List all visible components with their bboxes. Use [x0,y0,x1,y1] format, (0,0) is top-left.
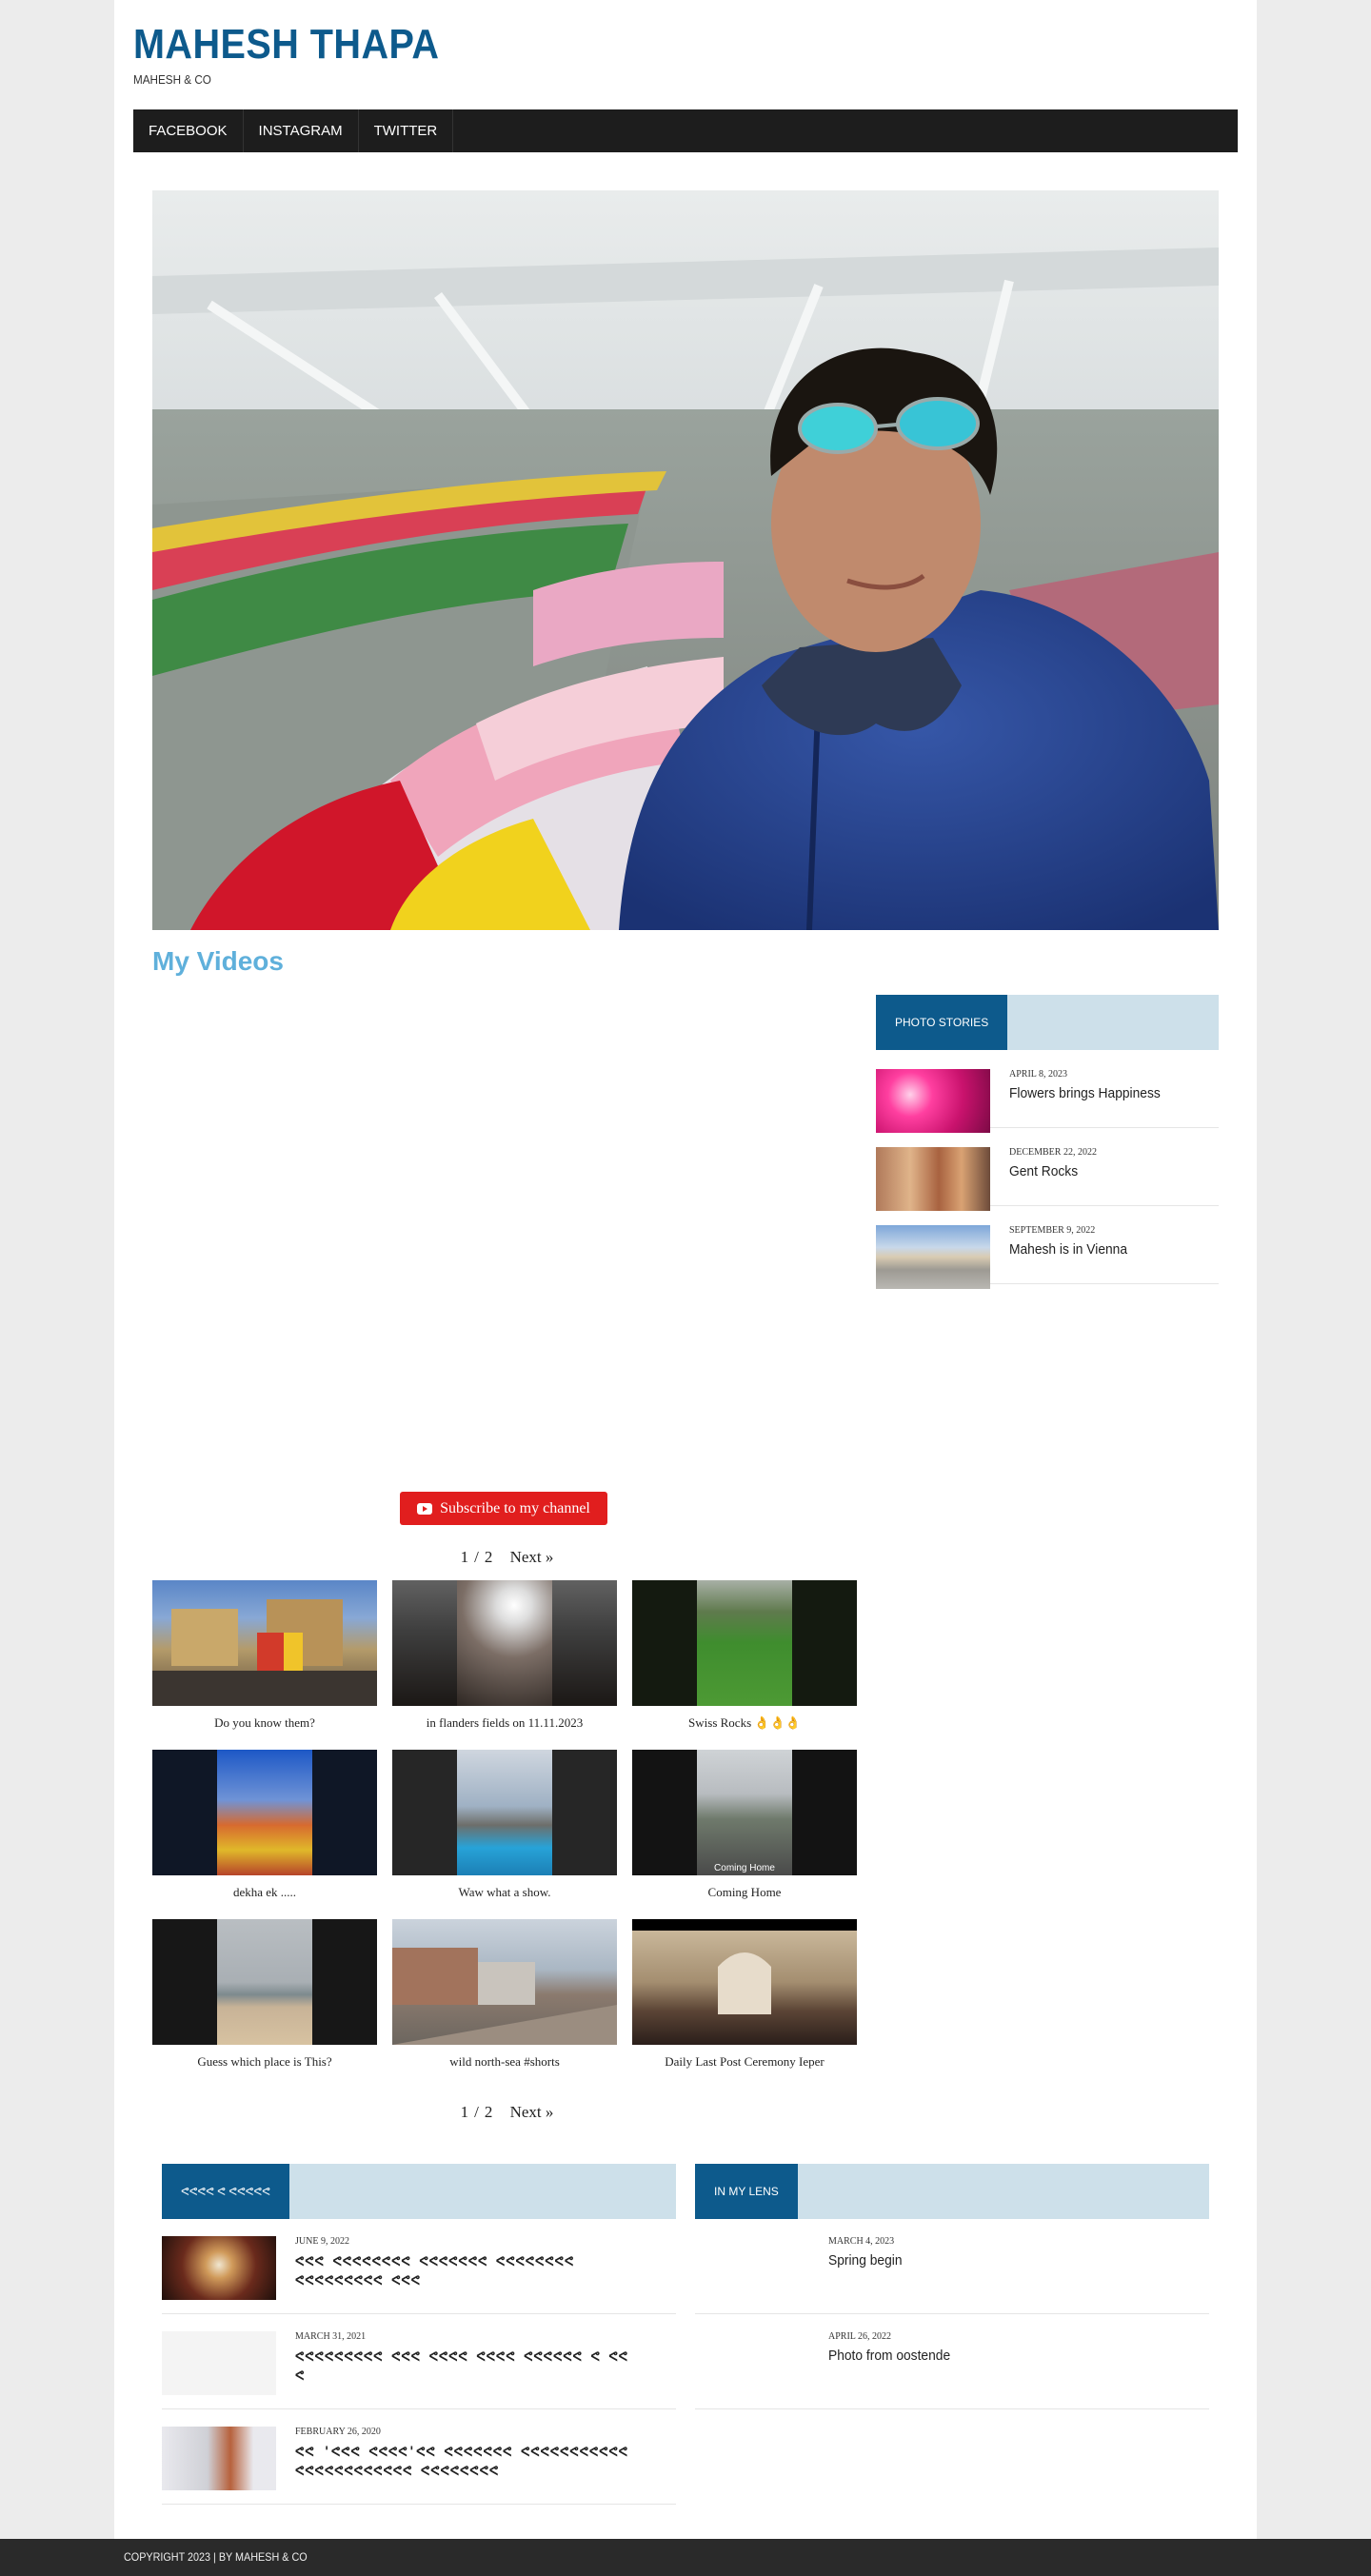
video-caption[interactable]: Daily Last Post Ceremony Ieper [632,2054,857,2070]
video-thumbnail[interactable] [392,1919,617,2045]
nav-item-twitter[interactable]: TWITTER [359,109,454,152]
video-card[interactable]: Guess which place is This? [152,1919,377,2089]
post-date: MARCH 31, 2021 [295,2331,367,2342]
page-separator: / [474,2103,479,2121]
nav-item-instagram[interactable]: INSTAGRAM [244,109,359,152]
list-item[interactable]: JUNE 9, 2022 ᕙᕙᕙ ᕙᕙᕙᕙᕙᕙᕙᕙ ᕙᕙᕙᕙᕙᕙᕙ ᕙᕙᕙᕙᕙᕙ… [162,2219,676,2314]
post-title[interactable]: Photo from oostende [828,2348,950,2364]
widget-header: ᕙᕙᕙᕙ ᕙ ᕙᕙᕙᕙᕙ [162,2164,676,2219]
widget-header: IN MY LENS [695,2164,1209,2219]
video-pager-top: 1 / 2 Next » [152,1548,862,1567]
video-thumbnail[interactable] [392,1750,617,1875]
video-caption[interactable]: Swiss Rocks 👌👌👌 [632,1715,857,1731]
post-date: JUNE 9, 2022 [295,2236,349,2247]
video-caption[interactable]: in flanders fields on 11.11.2023 [392,1715,617,1731]
widget-title: IN MY LENS [695,2164,798,2219]
video-thumbnail[interactable] [152,1919,377,2045]
post-thumbnail[interactable] [876,1147,990,1211]
video-caption[interactable]: Waw what a show. [392,1885,617,1900]
nav-item-facebook[interactable]: FACEBOOK [133,109,244,152]
thumb-illustration [152,1599,377,1706]
post-title[interactable]: Spring begin [828,2252,902,2269]
thumb-overlay-text: Coming Home [714,1863,775,1873]
next-page-link[interactable]: Next » [510,1548,554,1566]
hero-photo-illustration [152,190,1219,930]
page-total: 2 [484,1548,493,1566]
post-thumbnail[interactable] [876,1225,990,1289]
post-title[interactable]: Gent Rocks [1009,1163,1090,1179]
video-thumbnail[interactable]: Coming Home [632,1750,857,1875]
video-thumbnail[interactable] [152,1580,377,1706]
post-thumbnail[interactable] [162,2236,276,2300]
list-item[interactable]: APRIL 26, 2022 Photo from oostende [695,2314,1209,2409]
page-current: 1 [460,2103,469,2121]
widget-header: PHOTO STORIES [876,995,1219,1050]
post-thumbnail[interactable] [876,1069,990,1133]
next-page-link[interactable]: Next » [510,2103,554,2121]
post-date: APRIL 26, 2022 [828,2331,892,2342]
list-item[interactable]: DECEMBER 22, 2022 Gent Rocks [876,1128,1219,1211]
post-title[interactable]: ᕙᕙ 'ᕙᕙᕙ ᕙᕙᕙᕙ'ᕙᕙ ᕙᕙᕙᕙᕙᕙᕙ ᕙᕙᕙᕙᕙᕙᕙᕙᕙᕙᕙ ᕙᕙᕙᕙ… [295,2443,646,2481]
post-thumbnail[interactable] [162,2331,276,2395]
video-thumbnail[interactable] [392,1580,617,1706]
video-thumbnail[interactable] [632,1919,857,2045]
youtube-icon [417,1502,433,1515]
post-date: MARCH 4, 2023 [828,2236,895,2247]
list-item[interactable]: APRIL 8, 2023 Flowers brings Happiness [876,1050,1219,1133]
list-item[interactable]: FEBRUARY 26, 2020 ᕙᕙ 'ᕙᕙᕙ ᕙᕙᕙᕙ'ᕙᕙ ᕙᕙᕙᕙᕙᕙ… [162,2409,676,2505]
widget-title: ᕙᕙᕙᕙ ᕙ ᕙᕙᕙᕙᕙ [162,2164,289,2219]
page-separator: / [474,1548,479,1566]
site-title[interactable]: MAHESH THAPA [133,21,439,69]
post-title[interactable]: ᕙᕙᕙ ᕙᕙᕙᕙᕙᕙᕙᕙ ᕙᕙᕙᕙᕙᕙᕙ ᕙᕙᕙᕙᕙᕙᕙᕙ ᕙᕙᕙᕙᕙᕙᕙᕙᕙ … [295,2252,646,2290]
post-date: FEBRUARY 26, 2020 [295,2427,381,2437]
widget-title: PHOTO STORIES [876,995,1008,1050]
thumb-illustration [718,1952,771,2014]
list-item[interactable]: MARCH 4, 2023 Spring begin [695,2219,1209,2314]
subscribe-label: Subscribe to my channel [440,1499,590,1516]
post-date: DECEMBER 22, 2022 [1009,1147,1097,1158]
post-date: APRIL 8, 2023 [1009,1069,1068,1080]
video-card[interactable]: in flanders fields on 11.11.2023 [392,1580,617,1750]
copyright-text: COPYRIGHT 2023 | BY MAHESH & CO [124,2550,308,2564]
list-item[interactable]: SEPTEMBER 9, 2022 Mahesh is in Vienna [876,1206,1219,1289]
video-card[interactable]: Coming Home Coming Home [632,1750,857,1919]
video-caption[interactable]: Coming Home [632,1885,857,1900]
subscribe-button[interactable]: Subscribe to my channel [400,1492,607,1525]
site-footer: COPYRIGHT 2023 | BY MAHESH & CO [0,2539,1371,2576]
site-tagline: MAHESH & CO [133,72,211,87]
list-item[interactable]: MARCH 31, 2021 ᕙᕙᕙᕙᕙᕙᕙᕙᕙ ᕙᕙᕙ ᕙᕙᕙᕙ ᕙᕙᕙᕙ ᕙ… [162,2314,676,2409]
thumb-illustration [392,1948,617,2045]
video-card[interactable]: Daily Last Post Ceremony Ieper [632,1919,857,2089]
video-grid: Do you know them? in flanders fields on … [152,1580,862,2089]
post-title[interactable]: Mahesh is in Vienna [1009,1241,1127,1258]
post-thumbnail[interactable] [695,2331,809,2395]
video-pager-bottom: 1 / 2 Next » [152,2103,862,2122]
video-caption[interactable]: dekha ek ..... [152,1885,377,1900]
nepali-posts-widget: ᕙᕙᕙᕙ ᕙ ᕙᕙᕙᕙᕙ JUNE 9, 2022 ᕙᕙᕙ ᕙᕙᕙᕙᕙᕙᕙᕙ ᕙ… [162,2164,676,2505]
post-thumbnail[interactable] [162,2427,276,2490]
videos-section-title: My Videos [152,946,284,976]
hero-image [152,190,1219,930]
post-title[interactable]: ᕙᕙᕙᕙᕙᕙᕙᕙᕙ ᕙᕙᕙ ᕙᕙᕙᕙ ᕙᕙᕙᕙ ᕙᕙᕙᕙᕙᕙ ᕙ ᕙᕙ ᕙ [295,2348,646,2386]
video-thumbnail[interactable] [632,1580,857,1706]
video-caption[interactable]: Do you know them? [152,1715,377,1731]
photo-stories-widget: PHOTO STORIES APRIL 8, 2023 Flowers brin… [876,995,1219,1289]
page-total: 2 [484,2103,493,2121]
video-caption[interactable]: Guess which place is This? [152,2054,377,2070]
video-card[interactable]: wild north-sea #shorts [392,1919,617,2089]
in-my-lens-widget: IN MY LENS MARCH 4, 2023 Spring begin AP… [695,2164,1209,2409]
post-date: SEPTEMBER 9, 2022 [1009,1225,1096,1236]
post-title[interactable]: Flowers brings Happiness [1009,1085,1161,1101]
page-container: MAHESH THAPA MAHESH & CO FACEBOOK INSTAG… [114,0,1257,2539]
main-nav: FACEBOOK INSTAGRAM TWITTER [133,109,1238,152]
video-card[interactable]: dekha ek ..... [152,1750,377,1919]
video-card[interactable]: Swiss Rocks 👌👌👌 [632,1580,857,1750]
video-thumbnail[interactable] [152,1750,377,1875]
video-card[interactable]: Do you know them? [152,1580,377,1750]
video-caption[interactable]: wild north-sea #shorts [392,2054,617,2070]
page-current: 1 [460,1548,469,1566]
post-thumbnail[interactable] [695,2236,809,2300]
video-card[interactable]: Waw what a show. [392,1750,617,1919]
